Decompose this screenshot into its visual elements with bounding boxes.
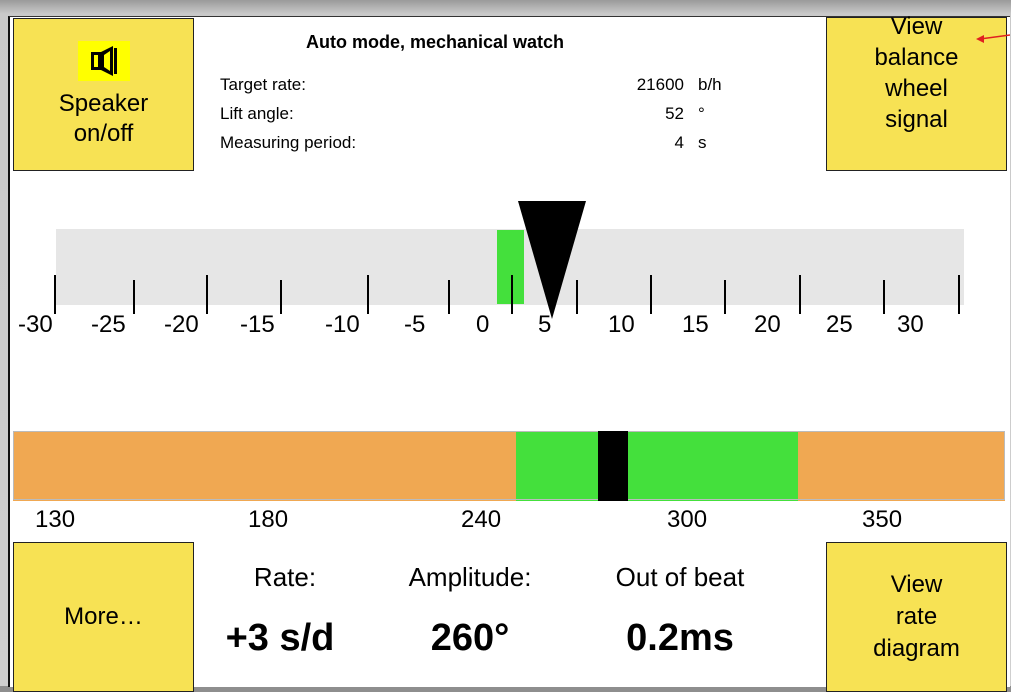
lift-angle-label: Lift angle: — [220, 104, 294, 123]
amplitude-value: 260° — [430, 617, 510, 659]
mode-title: Auto mode, mechanical watch — [306, 32, 565, 52]
more-button[interactable]: More… — [13, 542, 194, 692]
amplitude-bar-high-range — [798, 431, 1005, 501]
measuring-period-unit: s — [698, 133, 707, 152]
rate-scale-label--20: -20 — [164, 311, 199, 338]
rate-scale-tick — [133, 280, 135, 314]
rate-scale-tick — [576, 280, 578, 314]
rate-scale-label-20: 20 — [754, 311, 781, 338]
out-of-beat-value: 0.2ms — [626, 617, 734, 659]
target-rate-value: 21600 — [636, 75, 684, 94]
rate-diagram-button-line2: rate — [895, 603, 938, 630]
speaker-button-label-line1: Speaker — [58, 89, 149, 117]
amplitude-marker — [598, 431, 628, 501]
rate-scale-tick — [724, 280, 726, 314]
rate-scale-label-25: 25 — [826, 311, 853, 338]
target-rate-unit: b/h — [698, 75, 722, 94]
rate-scale-label-5: 5 — [538, 311, 552, 338]
rate-scale-label--30: -30 — [18, 311, 53, 338]
amplitude-label-180: 180 — [248, 506, 289, 533]
window-frame: Speaker on/off Auto mode, mechanical wat… — [0, 0, 1011, 692]
balance-button-line1: View — [890, 13, 943, 40]
measuring-period-value: 4 — [674, 133, 684, 152]
amplitude-label-300: 300 — [667, 506, 708, 533]
rate-scale-tick — [280, 280, 282, 314]
rate-scale-tick — [799, 275, 801, 314]
rate-scale-label-30: 30 — [897, 311, 924, 338]
rate-scale-tick — [448, 280, 450, 314]
amplitude-bar-good-range — [516, 431, 798, 501]
rate-scale-label--10: -10 — [325, 311, 360, 338]
speaker-icon — [77, 40, 130, 81]
out-of-beat-label: Out of beat — [615, 562, 745, 592]
rate-scale-tick — [367, 275, 369, 314]
rate-scale-label-10: 10 — [608, 311, 635, 338]
target-rate-label: Target rate: — [220, 75, 306, 94]
view-rate-diagram-button[interactable]: View rate diagram — [826, 542, 1007, 692]
rate-scale-label--15: -15 — [240, 311, 275, 338]
amplitude-bar-low-range — [13, 431, 516, 501]
more-button-label: More… — [64, 603, 143, 630]
watch-timer-screen: Speaker on/off Auto mode, mechanical wat… — [8, 13, 1011, 692]
rate-scale-tick — [650, 275, 652, 314]
rate-scale-label--5: -5 — [404, 311, 426, 338]
amplitude-label-350: 350 — [862, 506, 903, 533]
rate-scale-tick — [958, 275, 960, 314]
balance-button-line3: wheel — [885, 75, 948, 102]
measuring-period-label: Measuring period: — [220, 133, 357, 152]
cursor-arrow-icon — [976, 31, 1011, 50]
speaker-button-label-line2: on/off — [73, 119, 134, 147]
balance-button-line2: balance — [874, 44, 959, 71]
rate-scale-tick — [206, 275, 208, 314]
rate-value: +3 s/d — [225, 617, 335, 659]
rate-scale-tick — [883, 280, 885, 314]
rate-diagram-button-line1: View — [890, 571, 943, 598]
rate-scale-label-15: 15 — [682, 311, 709, 338]
amplitude-label: Amplitude: — [408, 562, 532, 592]
rate-label: Rate: — [253, 562, 317, 592]
speaker-toggle-button[interactable]: Speaker on/off — [13, 18, 194, 171]
rate-scale-label--25: -25 — [91, 311, 126, 338]
rate-scale-tick — [54, 275, 56, 314]
lift-angle-unit: ° — [698, 104, 705, 123]
amplitude-label-240: 240 — [461, 506, 502, 533]
amplitude-label-130: 130 — [35, 506, 76, 533]
rate-diagram-button-line3: diagram — [873, 635, 960, 662]
balance-button-line4: signal — [885, 106, 948, 133]
rate-scale-tick — [511, 275, 513, 314]
rate-scale-label-0: 0 — [476, 311, 490, 338]
lift-angle-value: 52 — [665, 104, 684, 123]
